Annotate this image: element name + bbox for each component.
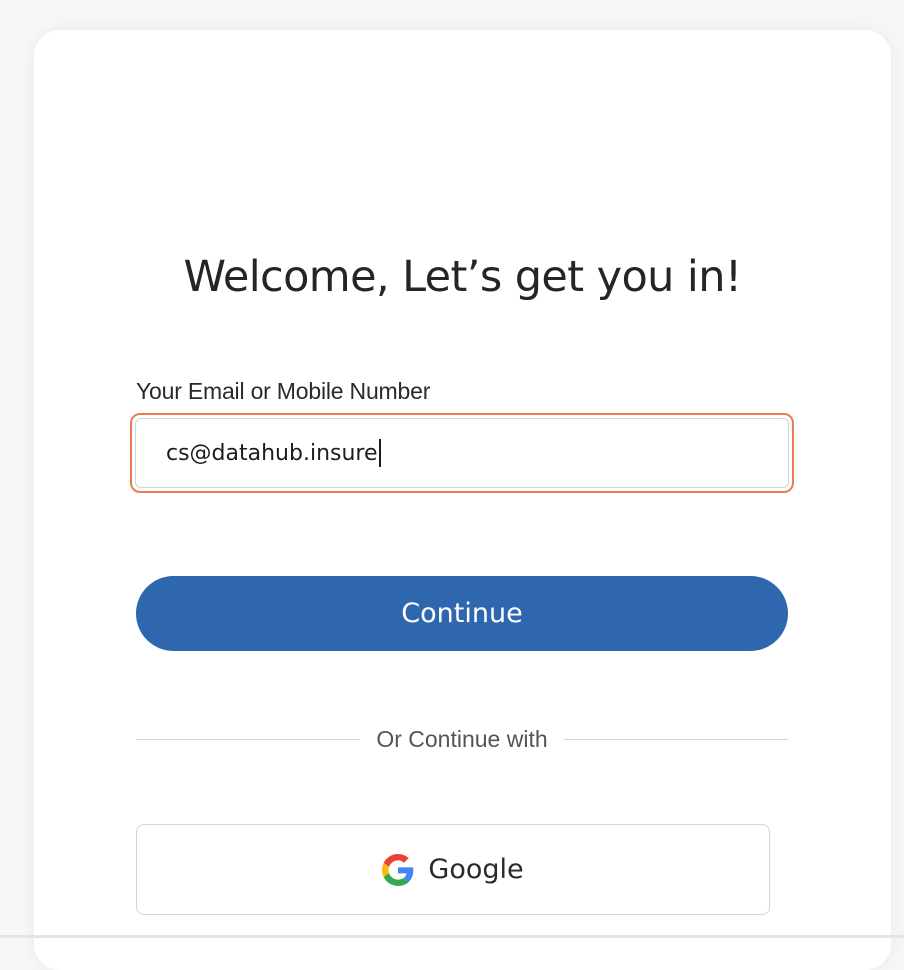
email-field[interactable]: cs@datahub.insure (135, 418, 789, 488)
text-caret (378, 439, 381, 467)
continue-button[interactable]: Continue (136, 576, 788, 651)
email-value: cs@datahub.insure (166, 440, 378, 466)
or-divider: Or Continue with (136, 722, 788, 756)
login-card: Welcome, Let’s get you in! Your Email or… (34, 30, 891, 970)
google-g-icon (382, 853, 414, 886)
divider-text: Or Continue with (376, 725, 548, 752)
welcome-heading: Welcome, Let’s get you in! (183, 252, 742, 302)
divider-line-left (136, 738, 361, 740)
divider-line-right (563, 738, 788, 740)
google-signin-button[interactable]: Google (136, 824, 770, 915)
google-button-label: Google (428, 854, 524, 885)
email-focus-ring: cs@datahub.insure (130, 413, 794, 493)
email-field-label: Your Email or Mobile Number (136, 378, 431, 404)
